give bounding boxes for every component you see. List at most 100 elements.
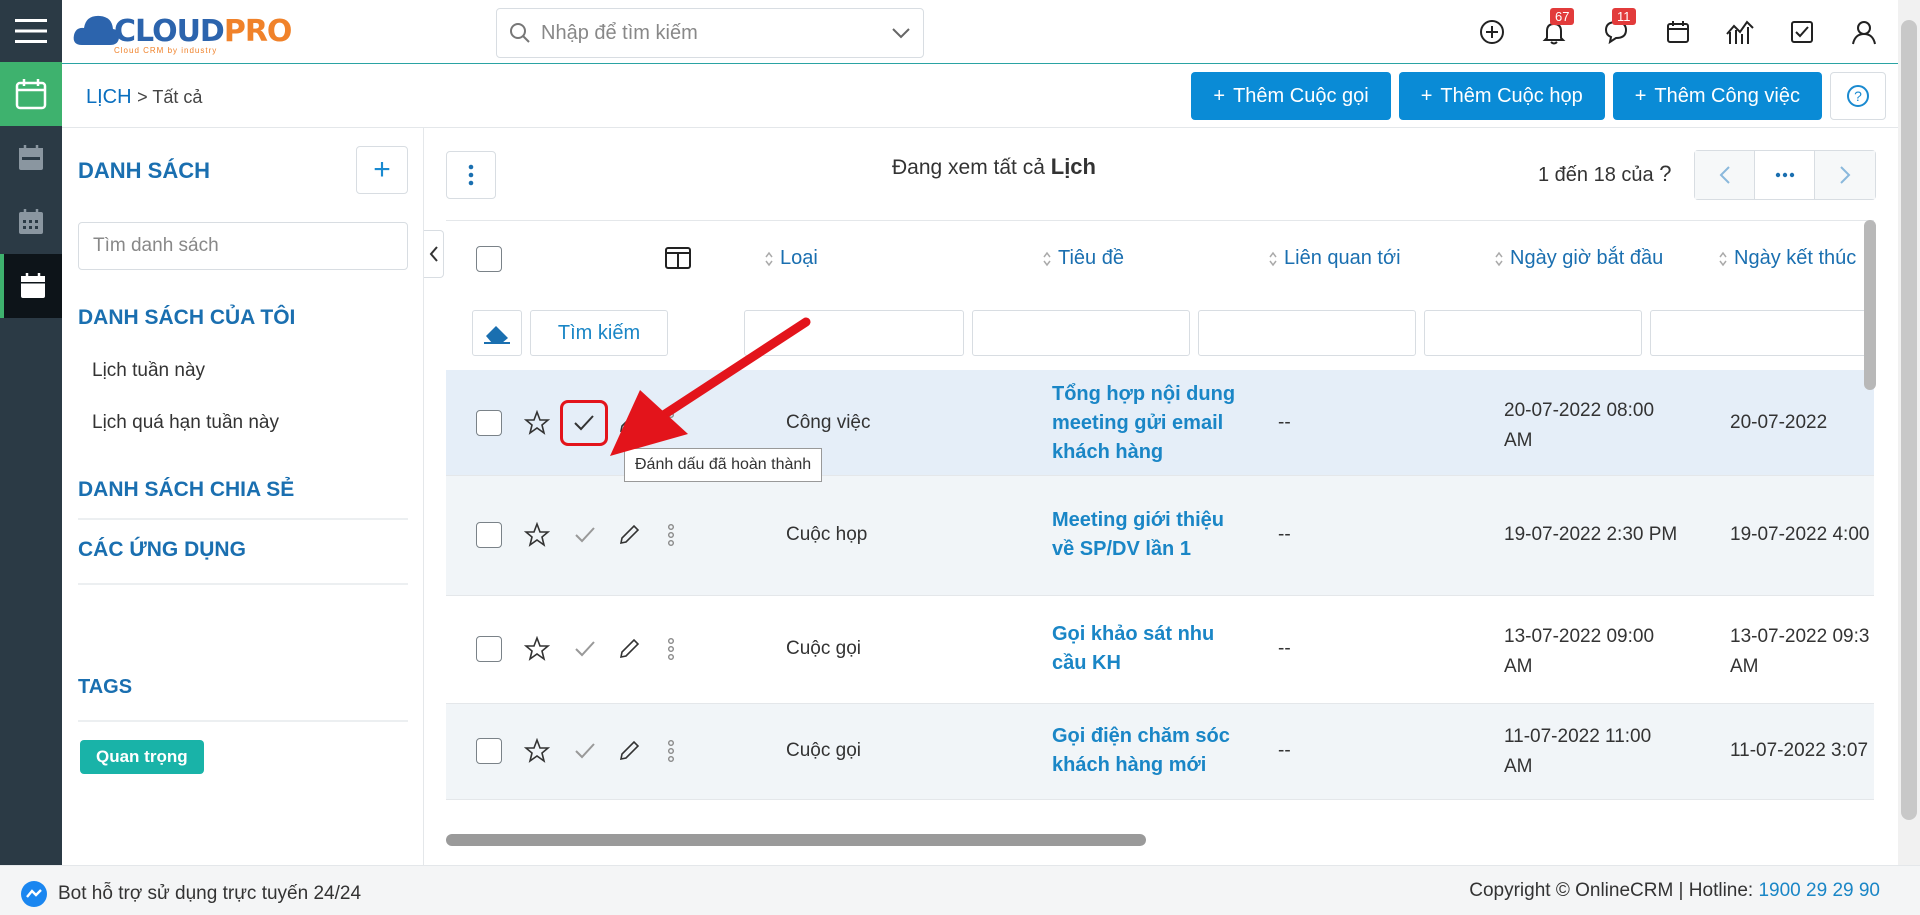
chat-bubble-icon[interactable]: 11 <box>1598 8 1636 50</box>
page-jump-button[interactable] <box>1755 151 1815 199</box>
task-check-icon[interactable] <box>1784 14 1820 50</box>
report-chart-icon[interactable] <box>1722 14 1758 50</box>
messenger-icon <box>21 881 47 907</box>
pager-range: 1 đến 18 của <box>1538 164 1654 186</box>
edit-pencil-icon[interactable] <box>614 736 644 766</box>
add-meeting-button[interactable]: + Thêm Cuộc họp <box>1398 72 1605 120</box>
list-actions-button[interactable] <box>446 151 496 199</box>
column-header-end[interactable]: Ngày kết thúc <box>1718 247 1856 270</box>
list-search-input[interactable]: Tìm danh sách <box>78 222 408 270</box>
cell-related: -- <box>1278 412 1291 433</box>
row-checkbox[interactable] <box>476 738 502 764</box>
hamburger-menu-icon[interactable] <box>0 0 62 62</box>
filter-related-input[interactable] <box>1198 310 1416 356</box>
cell-title-link[interactable]: Gọi khảo sát nhu cầu KH <box>1052 620 1214 678</box>
my-lists-heading[interactable]: DANH SÁCH CỦA TÔI <box>78 306 295 330</box>
page-scrollbar[interactable] <box>1898 0 1920 865</box>
filter-title-input[interactable] <box>972 310 1190 356</box>
calendar-list-icon[interactable] <box>0 254 62 318</box>
breadcrumb: LỊCH > Tất cả <box>86 86 202 109</box>
viewing-module: Lịch <box>1050 154 1096 179</box>
column-header-start[interactable]: Ngày giờ bắt đầu <box>1494 247 1663 270</box>
table-header: Loại Tiêu đề Liên quan tới Ngày giờ bắt … <box>446 220 1874 294</box>
column-header-title[interactable]: Tiêu đề <box>1042 247 1124 270</box>
add-call-label: Thêm Cuộc gọi <box>1233 84 1369 107</box>
cloudpro-logo[interactable]: CLOUDPRO Cloud CRM by industry <box>72 6 292 56</box>
filter-end-input[interactable] <box>1650 310 1874 356</box>
table-row[interactable]: Cuộc gọi Gọi điện chăm sóc khách hàng mới… <box>446 704 1874 800</box>
logo-word: CLOUDPRO <box>114 13 292 49</box>
columns-layout-icon[interactable] <box>664 245 692 271</box>
row-checkbox[interactable] <box>476 410 502 436</box>
calendar-icon[interactable] <box>1660 14 1696 50</box>
page-scrollbar-thumb[interactable] <box>1901 20 1917 820</box>
cell-related: -- <box>1278 740 1291 761</box>
global-search-input[interactable]: Nhập để tìm kiếm <box>496 8 924 58</box>
star-icon[interactable] <box>522 408 552 438</box>
sidebar-item-overdue[interactable]: Lịch quá hạn tuần này <box>92 412 279 434</box>
cell-type: Cuộc gọi <box>786 638 861 659</box>
edit-pencil-icon[interactable] <box>614 634 644 664</box>
star-icon[interactable] <box>522 634 552 664</box>
filter-start-input[interactable] <box>1424 310 1642 356</box>
pager-total[interactable]: ? <box>1659 161 1671 186</box>
calendar-day-icon[interactable] <box>0 126 62 190</box>
sort-icon <box>765 251 773 266</box>
add-circle-icon[interactable] <box>1474 14 1510 50</box>
mark-complete-icon[interactable] <box>570 520 600 550</box>
mark-complete-icon[interactable] <box>570 736 600 766</box>
next-page-button[interactable] <box>1815 151 1875 199</box>
table-row[interactable]: Cuộc họp Meeting giới thiệu về SP/DV lần … <box>446 476 1874 596</box>
table-horizontal-scrollbar[interactable] <box>446 834 1146 846</box>
star-icon[interactable] <box>522 736 552 766</box>
row-more-icon[interactable] <box>664 736 678 766</box>
apps-heading[interactable]: CÁC ỨNG DỤNG <box>78 538 246 562</box>
cell-end: 20-07-2022 <box>1730 412 1828 433</box>
prev-page-button[interactable] <box>1695 151 1755 199</box>
clear-filter-button[interactable] <box>472 310 522 356</box>
add-list-button[interactable]: + <box>356 146 408 194</box>
user-profile-icon[interactable] <box>1846 14 1882 50</box>
calendar-month-icon[interactable] <box>0 190 62 254</box>
row-more-icon[interactable] <box>664 634 678 664</box>
edit-pencil-icon[interactable] <box>614 520 644 550</box>
notification-bell-icon[interactable]: 67 <box>1536 8 1575 50</box>
help-button[interactable]: ? <box>1830 72 1886 120</box>
star-icon[interactable] <box>522 520 552 550</box>
viewing-prefix: Đang xem tất cả <box>892 156 1045 179</box>
sidebar-item-this-week[interactable]: Lịch tuần này <box>92 360 205 382</box>
breadcrumb-module[interactable]: LỊCH <box>86 86 132 108</box>
hotline-link[interactable]: 1900 29 29 90 <box>1758 880 1880 901</box>
cell-type: Cuộc họp <box>786 524 868 545</box>
sort-icon <box>1495 251 1503 266</box>
chat-bot-link[interactable]: Bot hỗ trợ sử dụng trực tuyến 24/24 <box>20 880 361 908</box>
table-vertical-scrollbar[interactable] <box>1864 220 1876 390</box>
tag-chip[interactable]: Quan trọng <box>80 740 204 774</box>
help-icon: ? <box>1847 85 1869 107</box>
table-row[interactable]: Cuộc gọi Gọi khảo sát nhu cầu KH -- 13-07… <box>446 596 1874 704</box>
add-call-button[interactable]: + Thêm Cuộc gọi <box>1191 72 1391 120</box>
top-bar: CLOUDPRO Cloud CRM by industry Nhập để t… <box>62 0 1898 64</box>
svg-text:?: ? <box>1854 88 1862 104</box>
shared-lists-heading[interactable]: DANH SÁCH CHIA SẺ <box>78 478 294 502</box>
row-more-icon[interactable] <box>664 520 678 550</box>
topbar-icons: 67 11 <box>1474 0 1882 64</box>
viewing-label: Đang xem tất cả Lịch <box>892 154 1096 180</box>
action-buttons: + Thêm Cuộc gọi + Thêm Cuộc họp + Thêm Công… <box>1191 72 1886 120</box>
footer: Bot hỗ trợ sử dụng trực tuyến 24/24 Copy… <box>0 865 1920 915</box>
add-task-button[interactable]: + Thêm Công việc <box>1612 72 1822 120</box>
row-checkbox[interactable] <box>476 636 502 662</box>
calendar-module-icon[interactable] <box>0 62 62 126</box>
column-header-related[interactable]: Liên quan tới <box>1268 247 1401 270</box>
select-all-checkbox[interactable] <box>476 246 502 272</box>
cell-title-link[interactable]: Meeting giới thiệu về SP/DV lần 1 <box>1052 506 1224 564</box>
mark-complete-icon[interactable] <box>570 634 600 664</box>
cell-start: 11-07-2022 11:00 AM <box>1504 726 1652 777</box>
app-root: CLOUDPRO Cloud CRM by industry Nhập để t… <box>0 0 1920 915</box>
row-checkbox[interactable] <box>476 522 502 548</box>
collapse-sidebar-button[interactable] <box>424 230 444 278</box>
chevron-down-icon[interactable] <box>891 27 911 39</box>
cell-title-link[interactable]: Gọi điện chăm sóc khách hàng mới <box>1052 722 1230 780</box>
cell-title-link[interactable]: Tổng hợp nội dung meeting gửi email khách … <box>1052 380 1235 467</box>
column-header-type[interactable]: Loại <box>764 247 818 270</box>
